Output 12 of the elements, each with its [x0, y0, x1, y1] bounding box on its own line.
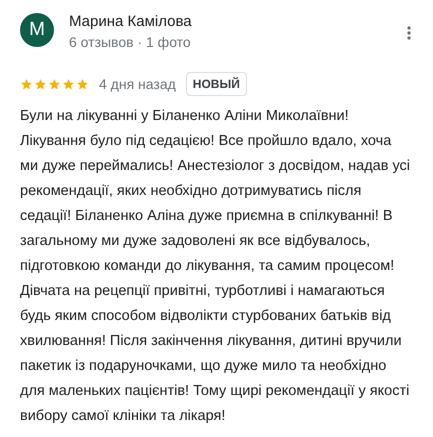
- author-name[interactable]: Марина Камілова: [69, 12, 407, 32]
- review-time: 4 дня назад: [99, 74, 176, 94]
- avatar: M: [20, 13, 54, 47]
- star-icon: [62, 78, 75, 90]
- star-icon: [34, 78, 47, 90]
- star-icon: [48, 78, 61, 90]
- star-icon: [76, 78, 89, 90]
- author-meta: 6 отзывов · 1 фото: [69, 33, 192, 52]
- review-text: Були на лікуванні у Біланенко Аліни Миколаївни! Лікування було під седацією! Все пройшло вдало, хоча ми дуже переймались! Анестезіолог з досвідом, надав усі рекомендації, яких необхідно дотримуватись після седації! Біланенко Аліна дуже приємна в спілкуванні! В загальному ми дуже задоволені як все відбувалось, підготовкою команди до лікування, та самим процесом! Дівчата на рецепції привітні, турботливі і намагаються будь яким способом відволікти стурбованих батьків від хвилювання! Після закінчення лікування, дитині вручили пакетик із подаруночками, що дуже мило та необхідно для маленьких пацієнтів! Тому щирі рекомендації у якості вибору самої клініки та лікаря!: [20, 107, 412, 426]
- star-icon: [20, 78, 33, 90]
- more-icon[interactable]: [407, 26, 411, 40]
- new-badge: НОВЫЙ: [186, 72, 247, 96]
